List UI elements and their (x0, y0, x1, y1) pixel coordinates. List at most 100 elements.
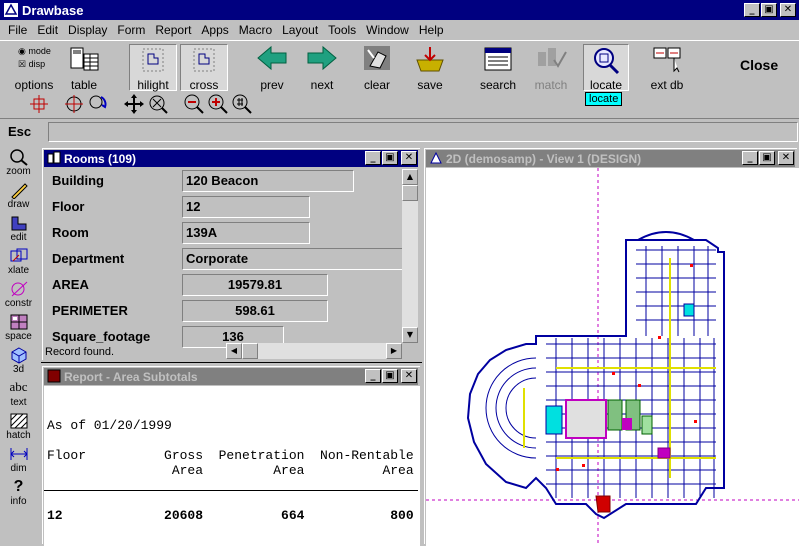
field-department[interactable]: Corporate (182, 248, 404, 270)
arrow-right-icon (307, 45, 337, 71)
view-close-button[interactable]: ✕ (778, 151, 794, 165)
palette-draw-label: draw (7, 199, 30, 210)
command-row: Esc (0, 118, 799, 144)
minimize-button[interactable]: _ (744, 3, 760, 17)
clear-button[interactable]: clear (356, 44, 398, 92)
scroll-down-icon[interactable]: ▼ (402, 327, 418, 343)
floor-plan-drawing (426, 168, 799, 546)
locate-button[interactable]: locate (583, 44, 629, 92)
search-button[interactable]: search (478, 44, 518, 92)
menu-form[interactable]: Form (112, 23, 150, 37)
rooms-maximize-button[interactable]: ▣ (382, 151, 398, 165)
field-room[interactable]: 139A (182, 222, 310, 244)
magnifier-icon (9, 149, 28, 166)
menu-layout[interactable]: Layout (277, 23, 323, 37)
scroll-up-icon[interactable]: ▲ (402, 169, 418, 185)
zoom-back-icon[interactable] (87, 93, 109, 115)
menu-macro[interactable]: Macro (234, 23, 277, 37)
space-icon (10, 314, 27, 330)
menu-tools[interactable]: Tools (323, 23, 361, 37)
options-button[interactable]: ◉ mode ☒ disp options (10, 44, 58, 92)
scroll-thumb[interactable] (402, 185, 418, 201)
text-icon: abc (9, 379, 28, 394)
prev-button[interactable]: prev (252, 44, 292, 92)
zoom-in-icon[interactable] (207, 93, 229, 115)
scroll-right-icon[interactable]: ▶ (386, 343, 402, 359)
menu-file[interactable]: File (3, 23, 32, 37)
mode-radio[interactable]: ◉ mode (18, 46, 51, 57)
eraser-icon (364, 46, 390, 70)
palette-zoom[interactable]: zoom (0, 148, 37, 177)
palette-dim[interactable]: dim (0, 445, 37, 474)
view-maximize-button[interactable]: ▣ (759, 151, 775, 165)
zoom-out-icon[interactable] (183, 93, 205, 115)
menu-apps[interactable]: Apps (196, 23, 233, 37)
palette-zoom-label: zoom (6, 166, 31, 177)
esc-button[interactable]: Esc (8, 124, 31, 139)
palette-info[interactable]: ? info (0, 478, 37, 507)
palette-hatch[interactable]: hatch (0, 412, 37, 441)
drawing-canvas[interactable] (426, 168, 799, 546)
menu-report[interactable]: Report (150, 23, 196, 37)
palette-text[interactable]: abc text (0, 379, 37, 408)
disp-checkbox[interactable]: ☒ disp (18, 59, 45, 70)
table-button[interactable]: table (64, 44, 104, 92)
table-icon (70, 47, 99, 71)
palette-3d-label: 3d (12, 364, 25, 375)
rooms-vertical-scrollbar[interactable]: ▲ ▼ (402, 169, 418, 343)
field-area[interactable]: 19579.81 (182, 274, 328, 296)
report-minimize-button[interactable]: _ (365, 369, 381, 383)
palette-info-label: info (10, 496, 27, 507)
zoom-grid-icon[interactable] (231, 93, 253, 115)
field-label-building: Building (52, 173, 104, 188)
view-minimize-button[interactable]: _ (742, 151, 758, 165)
zoom-target-icon[interactable] (63, 93, 85, 115)
scroll-left-icon[interactable]: ◀ (226, 343, 242, 359)
match-button[interactable]: match (530, 44, 572, 92)
field-perimeter[interactable]: 598.61 (182, 300, 328, 322)
palette-xlate[interactable]: xlate (0, 247, 37, 276)
zoom-extents-icon[interactable] (147, 93, 169, 115)
restore-button[interactable]: ▣ (761, 3, 777, 17)
close-button[interactable]: Close (740, 57, 778, 73)
palette-space[interactable]: space (0, 313, 37, 342)
pan-icon[interactable] (123, 93, 145, 115)
cross-button[interactable]: cross (180, 44, 228, 92)
palette-constr[interactable]: constr (0, 280, 37, 309)
palette-edit[interactable]: edit (0, 214, 37, 243)
locate-magnifier-icon (594, 48, 620, 75)
save-button[interactable]: save (410, 44, 450, 92)
palette-draw[interactable]: draw (0, 181, 37, 210)
close-window-button[interactable]: ✕ (780, 3, 796, 17)
question-icon: ? (13, 478, 24, 495)
search-list-icon (484, 47, 512, 71)
field-building[interactable]: 120 Beacon (182, 170, 354, 192)
hscroll-thumb[interactable] (242, 343, 258, 359)
rooms-window: Rooms (109) _ ▣ ✕ Building 120 Beacon Fl… (40, 146, 422, 362)
command-input[interactable] (48, 122, 798, 142)
report-row: 12 20608 664 800 (47, 508, 414, 523)
translate-icon (10, 248, 27, 262)
hilight-button[interactable]: hilight (129, 44, 177, 92)
rooms-horizontal-scrollbar[interactable]: ◀ ▶ (226, 343, 402, 359)
palette-3d[interactable]: 3d (0, 346, 37, 375)
menu-help[interactable]: Help (414, 23, 449, 37)
field-label-area: AREA (52, 277, 89, 292)
menu-display[interactable]: Display (63, 23, 112, 37)
menu-edit[interactable]: Edit (32, 23, 63, 37)
view-title: 2D (demosamp) - View 1 (DESIGN) (446, 152, 642, 166)
report-close-button[interactable]: ✕ (401, 369, 417, 383)
palette-xlate-label: xlate (7, 265, 30, 276)
radio-icon: ◉ (18, 46, 26, 56)
rooms-close-button[interactable]: ✕ (401, 151, 417, 165)
palette-space-label: space (5, 331, 32, 342)
field-floor[interactable]: 12 (182, 196, 310, 218)
menu-window[interactable]: Window (361, 23, 414, 37)
next-button[interactable]: next (302, 44, 342, 92)
report-maximize-button[interactable]: ▣ (382, 369, 398, 383)
crosshair-icon[interactable] (28, 93, 50, 115)
rooms-minimize-button[interactable]: _ (365, 151, 381, 165)
hatch-icon (10, 413, 27, 429)
ext-db-button[interactable]: ext db (645, 44, 689, 92)
save-tray-icon (416, 47, 444, 72)
